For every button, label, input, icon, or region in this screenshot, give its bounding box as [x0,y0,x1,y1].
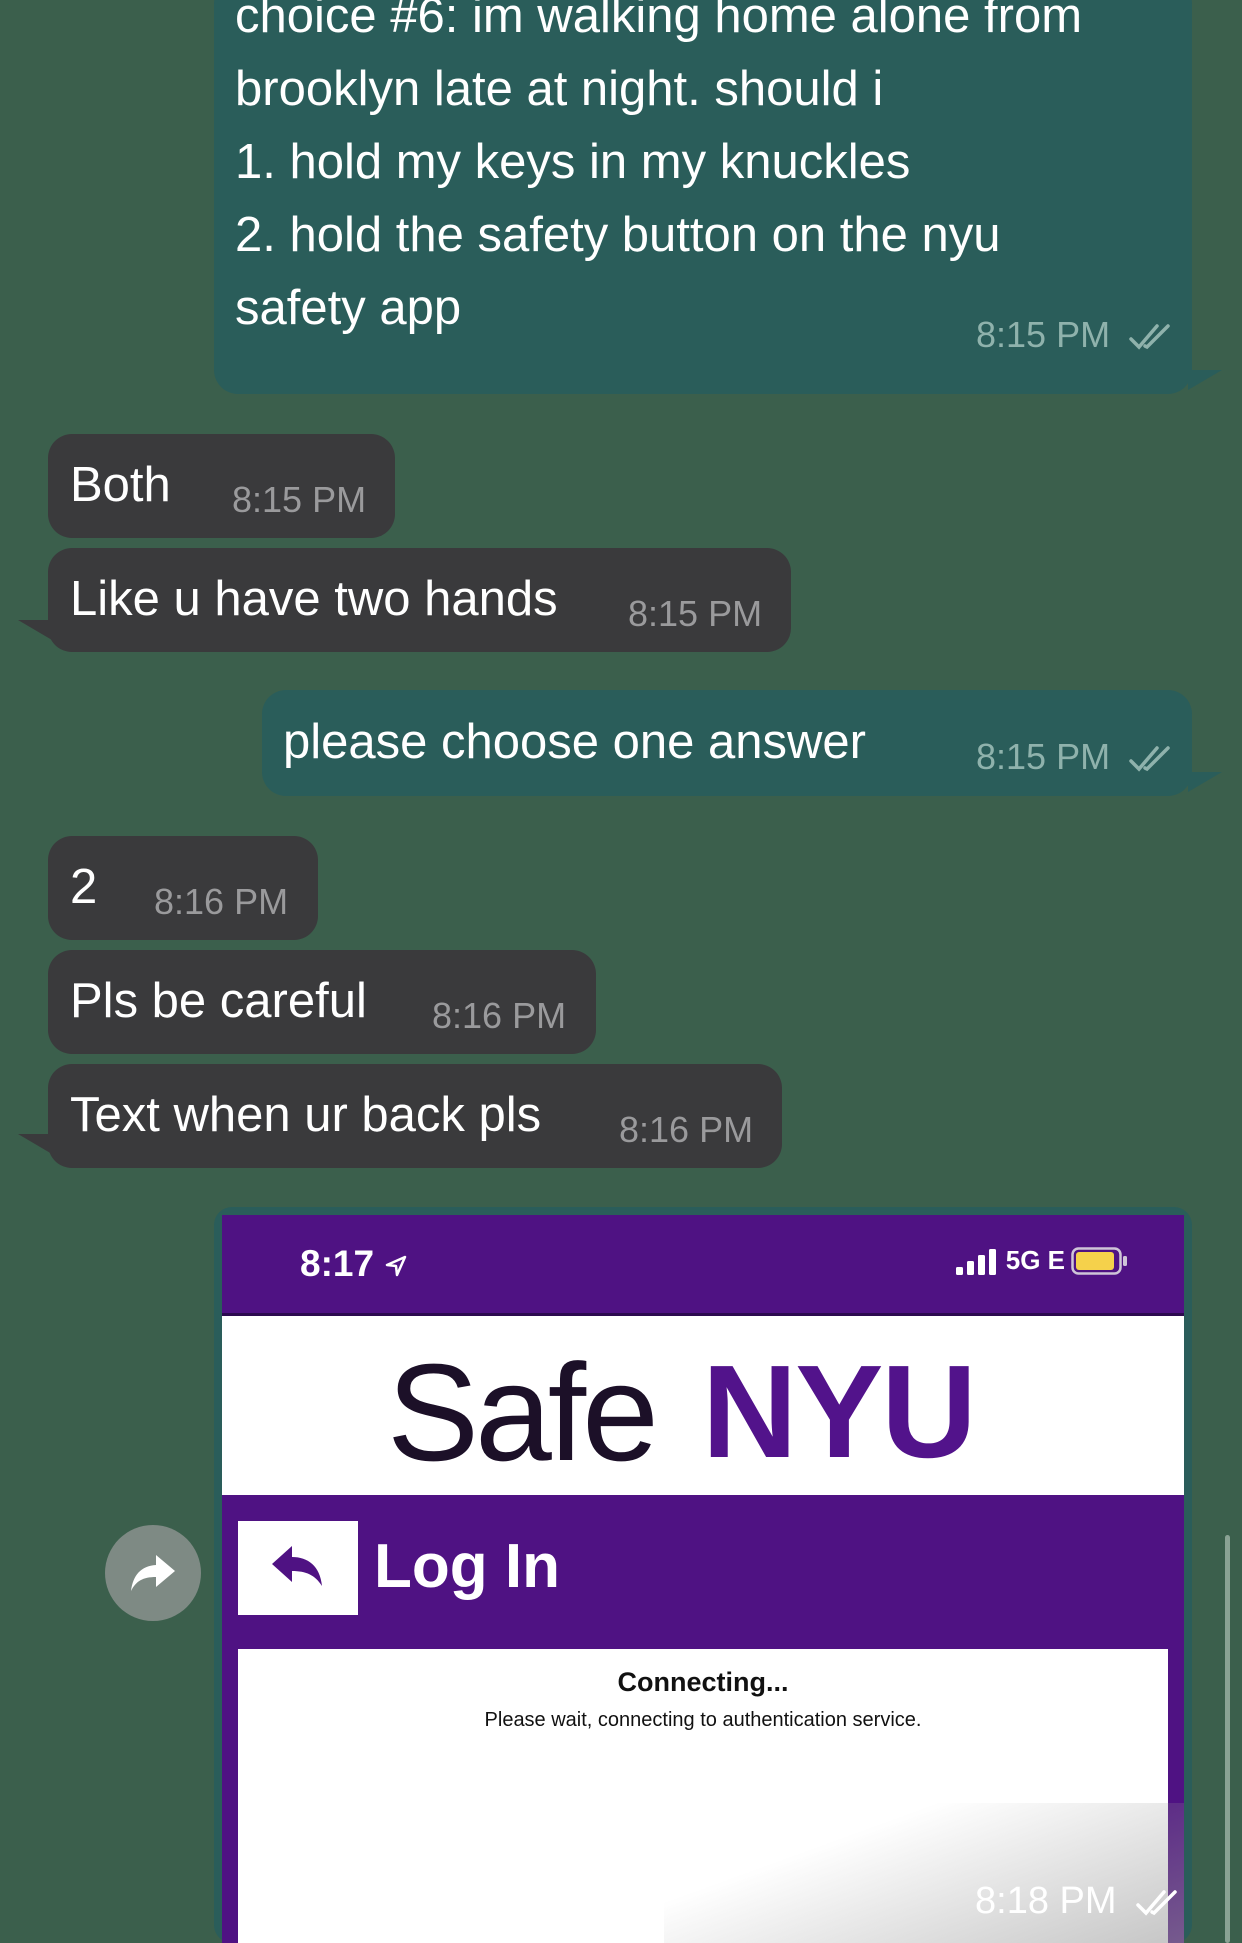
timestamp: 8:15 PM [232,479,367,520]
logo-nyu-text: NYU [702,1338,977,1485]
timestamp: 8:15 PM [976,736,1111,777]
signal-bars-icon [955,1248,996,1275]
bubble-tail [1188,772,1222,792]
message-text: Pls be careful [70,974,367,1028]
login-header: Log In [222,1495,1184,1645]
status-clock: 8:17 [300,1243,375,1284]
scrollbar[interactable] [1225,1535,1230,1943]
outgoing-message[interactable]: choice #6: im walking home alone from br… [214,0,1192,394]
message-time: 8:15 PM [976,314,1174,356]
message-text: please choose one answer [283,715,866,769]
status-indicators: 5G E [955,1245,1129,1276]
incoming-message[interactable]: 2 8:16 PM [48,836,318,940]
message-text: Like u have two hands [70,572,558,626]
message-time: 8:15 PM [976,736,1174,778]
message-text: choice #6: im walking home alone from br… [235,0,1083,335]
incoming-message[interactable]: Pls be careful 8:16 PM [48,950,596,1054]
forward-icon [131,1555,175,1591]
network-type: 5G E [1005,1245,1065,1275]
outgoing-message[interactable]: please choose one answer 8:15 PM [262,690,1192,796]
bubble-tail [18,620,52,640]
timestamp: 8:15 PM [976,314,1111,355]
double-check-icon [1129,746,1170,773]
message-text: Text when ur back pls [70,1088,542,1142]
bubble-tail [1188,370,1222,390]
connecting-title: Connecting... [617,1667,789,1697]
incoming-message[interactable]: Both 8:15 PM [48,434,395,538]
timestamp: 8:16 PM [154,881,289,922]
forward-button[interactable] [105,1525,201,1621]
status-time: 8:17 [300,1243,408,1285]
shared-screenshot[interactable]: 8:17 5G E Safe NYU Log In Connecting... … [222,1215,1184,1943]
timestamp: 8:18 PM [975,1880,1117,1922]
location-arrow-icon [386,1255,407,1277]
logo-safe-text: Safe [387,1336,659,1490]
timestamp: 8:15 PM [628,593,763,634]
timestamp: 8:16 PM [432,995,567,1036]
double-check-icon [1129,324,1170,351]
back-arrow-icon [272,1546,322,1586]
image-message-time: 8:18 PM [975,1880,1181,1923]
double-check-icon [1136,1890,1177,1916]
phone-status-bar: 8:17 5G E [222,1215,1184,1311]
message-text: 2 [70,860,98,914]
login-title: Log In [374,1532,560,1601]
incoming-message[interactable]: Like u have two hands 8:15 PM [48,548,791,652]
incoming-message[interactable]: Text when ur back pls 8:16 PM [48,1064,782,1168]
bubble-tail [18,1134,52,1154]
timestamp: 8:16 PM [619,1109,754,1150]
safenyu-logo: Safe NYU [222,1313,1184,1499]
message-text: Both [70,458,171,512]
back-button[interactable] [238,1521,358,1615]
connecting-subtitle: Please wait, connecting to authenticatio… [484,1709,922,1731]
battery-icon [1071,1246,1127,1275]
